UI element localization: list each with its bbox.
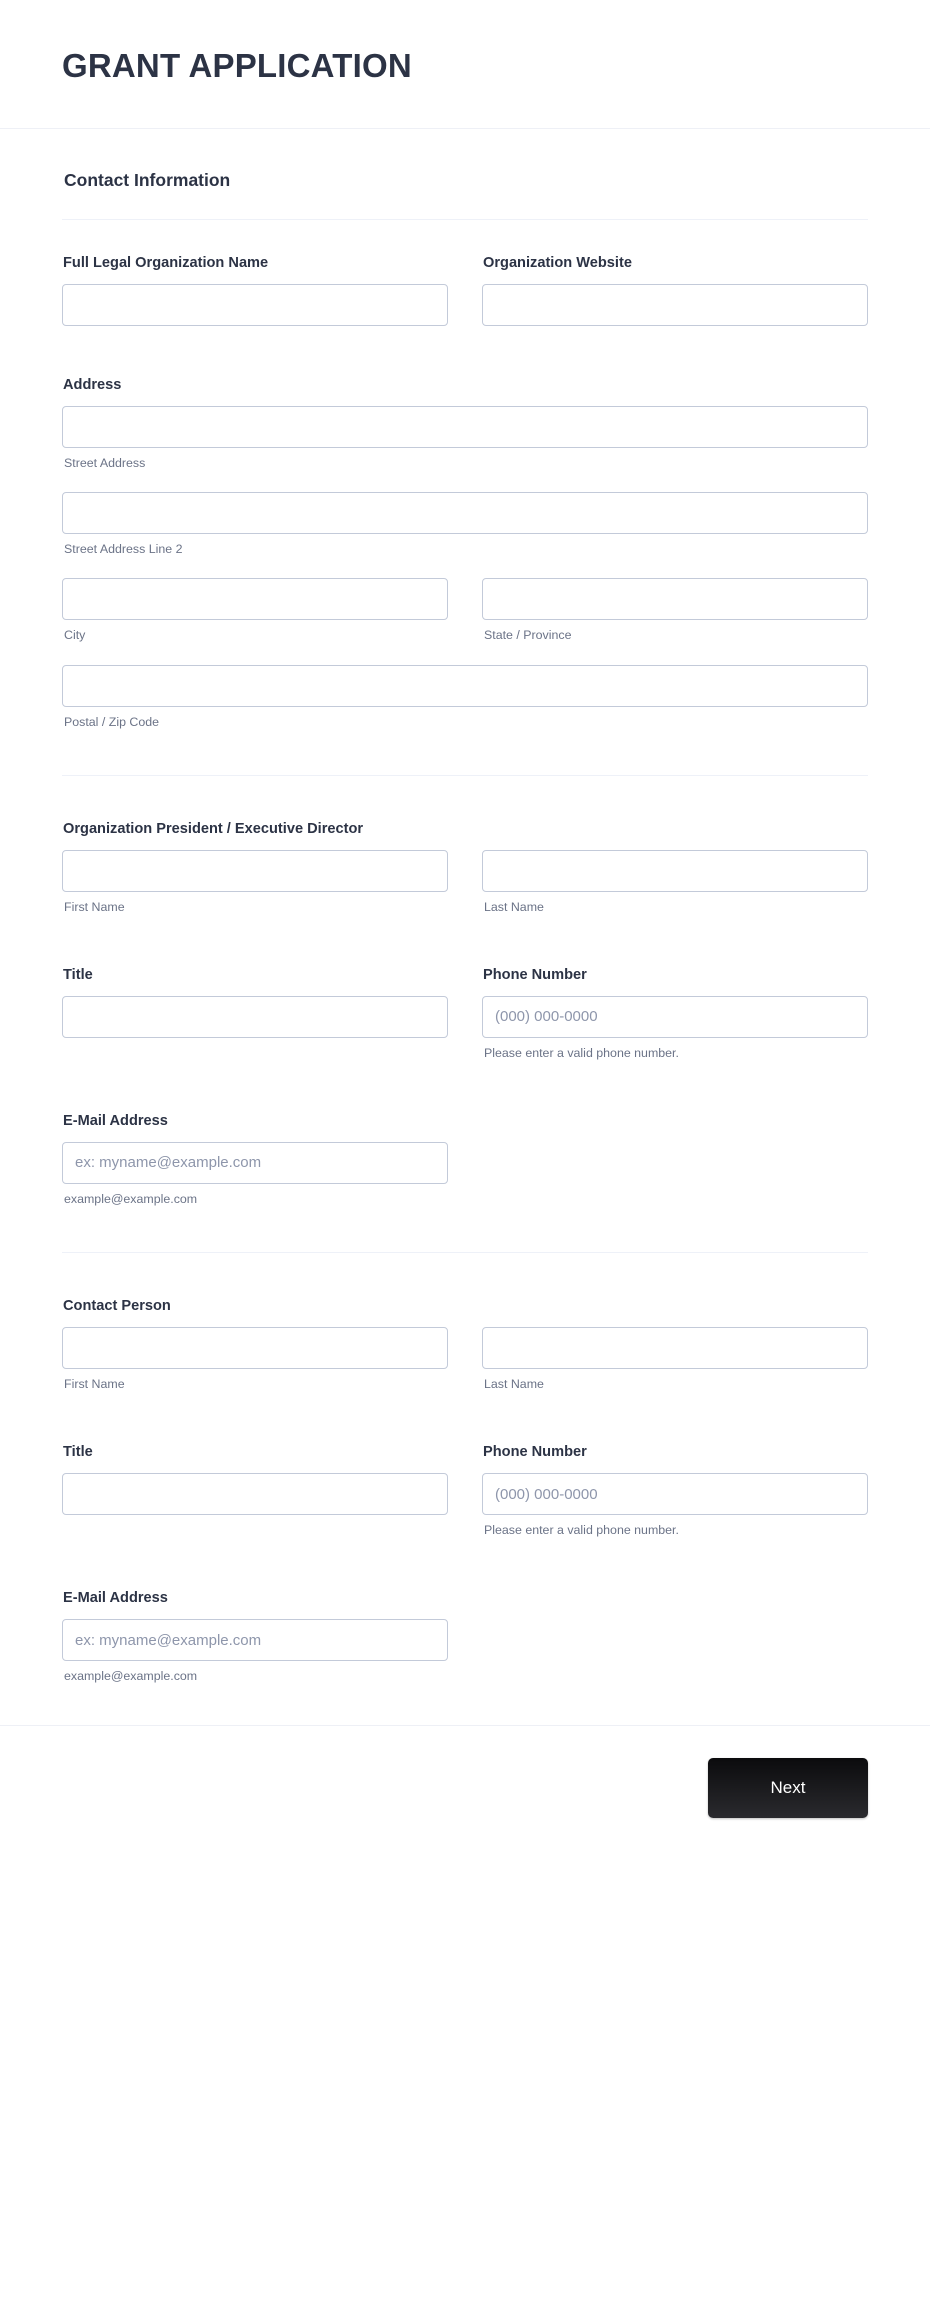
page-title: GRANT APPLICATION	[62, 47, 412, 84]
city-input[interactable]	[62, 578, 448, 621]
field-president-first-name: First Name	[62, 849, 448, 916]
organization-website-input[interactable]	[482, 284, 868, 327]
contact-person-email-address-input[interactable]	[62, 1619, 448, 1662]
field-president-phone: Phone Number Please enter a valid phone …	[482, 966, 868, 1062]
postal-zip-code-input[interactable]	[62, 664, 868, 707]
field-address: Address Street Address Street Address Li…	[62, 376, 868, 731]
president-first-name-input[interactable]	[62, 849, 448, 892]
spacer-column	[482, 1112, 868, 1208]
contact-person-phone-number-input[interactable]	[482, 1473, 868, 1516]
field-contact-person-phone: Phone Number Please enter a valid phone …	[482, 1443, 868, 1539]
hint-contact-person-email-address: example@example.com	[64, 1669, 198, 1684]
field-contact-person-last-name: Last Name	[482, 1326, 868, 1393]
street-address-input[interactable]	[62, 405, 868, 448]
field-contact-person: Contact Person First Name Last Name	[62, 1297, 868, 1393]
row-president-name: Organization President / Executive Direc…	[62, 820, 868, 916]
row-organization: Full Legal Organization Name Organizatio…	[62, 254, 868, 327]
form-body: Contact Information Full Legal Organizat…	[0, 129, 930, 1686]
field-organization-website: Organization Website	[482, 254, 868, 327]
row-president-first-last: First Name Last Name	[62, 849, 868, 916]
label-contact-person-email-address: E-Mail Address	[63, 1590, 168, 1607]
full-legal-organization-name-input[interactable]	[62, 284, 448, 327]
label-address: Address	[63, 377, 122, 394]
hint-president-email-address: example@example.com	[64, 1191, 198, 1206]
label-full-legal-organization-name: Full Legal Organization Name	[63, 255, 269, 272]
next-button[interactable]: Next	[708, 1758, 868, 1819]
sublabel-contact-person-first-name: First Name	[64, 1376, 125, 1391]
contact-person-last-name-input[interactable]	[482, 1326, 868, 1369]
field-president: Organization President / Executive Direc…	[62, 820, 868, 916]
address-line-street1: Street Address	[62, 405, 868, 472]
row-address-label: Address Street Address Street Address Li…	[62, 376, 868, 731]
hint-contact-person-phone-number: Please enter a valid phone number.	[484, 1523, 679, 1538]
label-contact-person-phone-number: Phone Number	[483, 1444, 587, 1461]
row-contact-person-first-last: First Name Last Name	[62, 1326, 868, 1393]
field-city: City	[62, 578, 448, 644]
spacer-column	[482, 1589, 868, 1685]
field-president-email: E-Mail Address example@example.com	[62, 1112, 448, 1208]
president-phone-number-input[interactable]	[482, 995, 868, 1038]
group-divider-after-president	[62, 1252, 868, 1254]
row-contact-person-email: E-Mail Address example@example.com	[62, 1589, 868, 1685]
sublabel-street-address: Street Address	[64, 455, 146, 470]
label-president-phone-number: Phone Number	[483, 967, 587, 984]
address-line-postal: Postal / Zip Code	[62, 664, 868, 731]
president-last-name-input[interactable]	[482, 849, 868, 892]
group-divider-after-address	[62, 775, 868, 777]
president-email-address-input[interactable]	[62, 1141, 448, 1184]
sublabel-president-last-name: Last Name	[484, 899, 544, 914]
row-president-email: E-Mail Address example@example.com	[62, 1112, 868, 1208]
field-state-province: State / Province	[482, 578, 868, 644]
section-heading-contact-information: Contact Information	[64, 169, 231, 190]
sublabel-contact-person-last-name: Last Name	[484, 1376, 544, 1391]
field-contact-person-first-name: First Name	[62, 1326, 448, 1393]
grant-application-form: GRANT APPLICATION Contact Information Fu…	[0, 0, 930, 2315]
label-president-email-address: E-Mail Address	[63, 1113, 168, 1130]
label-contact-person-title: Title	[63, 1444, 93, 1461]
contact-person-first-name-input[interactable]	[62, 1326, 448, 1369]
sublabel-state-province: State / Province	[484, 628, 572, 643]
row-president-title-phone: Title Phone Number Please enter a valid …	[62, 966, 868, 1062]
form-footer: Next	[0, 1725, 930, 1858]
address-line-street2: Street Address Line 2	[62, 492, 868, 558]
field-contact-person-title: Title	[62, 1443, 448, 1539]
field-president-last-name: Last Name	[482, 849, 868, 916]
hint-president-phone-number: Please enter a valid phone number.	[484, 1045, 679, 1060]
sublabel-city: City	[64, 628, 86, 643]
contact-person-title-input[interactable]	[62, 1473, 448, 1516]
sublabel-street-address-line-2: Street Address Line 2	[64, 542, 183, 557]
field-contact-person-email: E-Mail Address example@example.com	[62, 1589, 448, 1685]
label-organization-website: Organization Website	[483, 255, 632, 272]
form-header: GRANT APPLICATION	[0, 0, 930, 129]
field-full-legal-organization-name: Full Legal Organization Name	[62, 254, 448, 327]
sublabel-postal-zip-code: Postal / Zip Code	[64, 714, 160, 729]
section-divider	[62, 219, 868, 221]
label-contact-person: Contact Person	[63, 1298, 171, 1315]
state-province-input[interactable]	[482, 578, 868, 621]
row-contact-person-name: Contact Person First Name Last Name	[62, 1297, 868, 1393]
row-city-state: City State / Province	[62, 578, 868, 644]
label-president-title: Title	[63, 967, 93, 984]
row-contact-person-title-phone: Title Phone Number Please enter a valid …	[62, 1443, 868, 1539]
street-address-line-2-input[interactable]	[62, 492, 868, 535]
sublabel-president-first-name: First Name	[64, 899, 125, 914]
field-president-title: Title	[62, 966, 448, 1062]
label-organization-president: Organization President / Executive Direc…	[63, 821, 364, 838]
president-title-input[interactable]	[62, 995, 448, 1038]
